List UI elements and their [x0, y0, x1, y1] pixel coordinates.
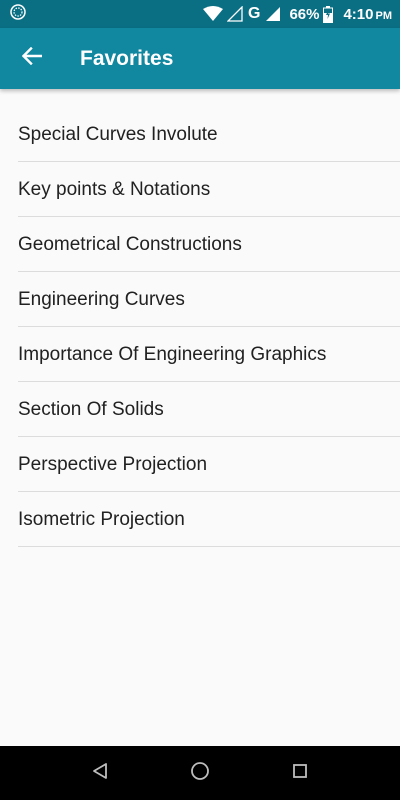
list-item-label: Geometrical Constructions	[18, 234, 242, 255]
battery-charging-icon	[323, 5, 334, 23]
battery-percent: 66%	[289, 5, 320, 23]
list-item[interactable]: Engineering Curves	[18, 272, 400, 327]
list-item-label: Perspective Projection	[18, 454, 208, 475]
list-item-label: Isometric Projection	[18, 509, 185, 530]
nav-home-button[interactable]	[150, 746, 250, 800]
status-left	[10, 3, 26, 25]
signal-empty-icon	[226, 6, 243, 22]
list-item-label: Section Of Solids	[18, 399, 164, 420]
recents-square-icon	[292, 763, 308, 784]
clock: 4:10 PM	[343, 6, 392, 23]
back-button[interactable]	[4, 31, 60, 87]
wifi-icon	[202, 6, 223, 22]
app-notification-icon	[10, 3, 26, 25]
back-arrow-icon	[21, 46, 43, 70]
list-item[interactable]: Isometric Projection	[18, 492, 400, 547]
favorites-list: Special Curves Involute Key points & Not…	[0, 107, 400, 547]
navigation-bar	[0, 746, 400, 800]
list-item-label: Importance Of Engineering Graphics	[18, 344, 327, 365]
list-item[interactable]: Section Of Solids	[18, 382, 400, 437]
nav-back-button[interactable]	[50, 746, 150, 800]
list-item[interactable]: Geometrical Constructions	[18, 217, 400, 272]
app-bar: Favorites	[0, 28, 400, 89]
list-item-label: Engineering Curves	[18, 289, 185, 310]
list-item-label: Key points & Notations	[18, 179, 211, 200]
list-item[interactable]: Importance Of Engineering Graphics	[18, 327, 400, 382]
list-item[interactable]: Key points & Notations	[18, 162, 400, 217]
signal-icon	[265, 6, 281, 22]
network-type: G	[247, 5, 261, 22]
list-item-label: Special Curves Involute	[18, 124, 218, 145]
status-bar: G 66% 4:10 PM	[0, 0, 400, 28]
home-circle-icon	[190, 761, 210, 786]
list-item[interactable]: Perspective Projection	[18, 437, 400, 492]
clock-ampm: PM	[375, 9, 393, 22]
nav-recents-button[interactable]	[250, 746, 350, 800]
back-triangle-icon	[91, 762, 109, 785]
list-item[interactable]: Special Curves Involute	[18, 107, 400, 162]
page-title: Favorites	[80, 46, 174, 70]
clock-time: 4:10	[343, 5, 374, 23]
status-right: G 66% 4:10 PM	[202, 5, 392, 23]
